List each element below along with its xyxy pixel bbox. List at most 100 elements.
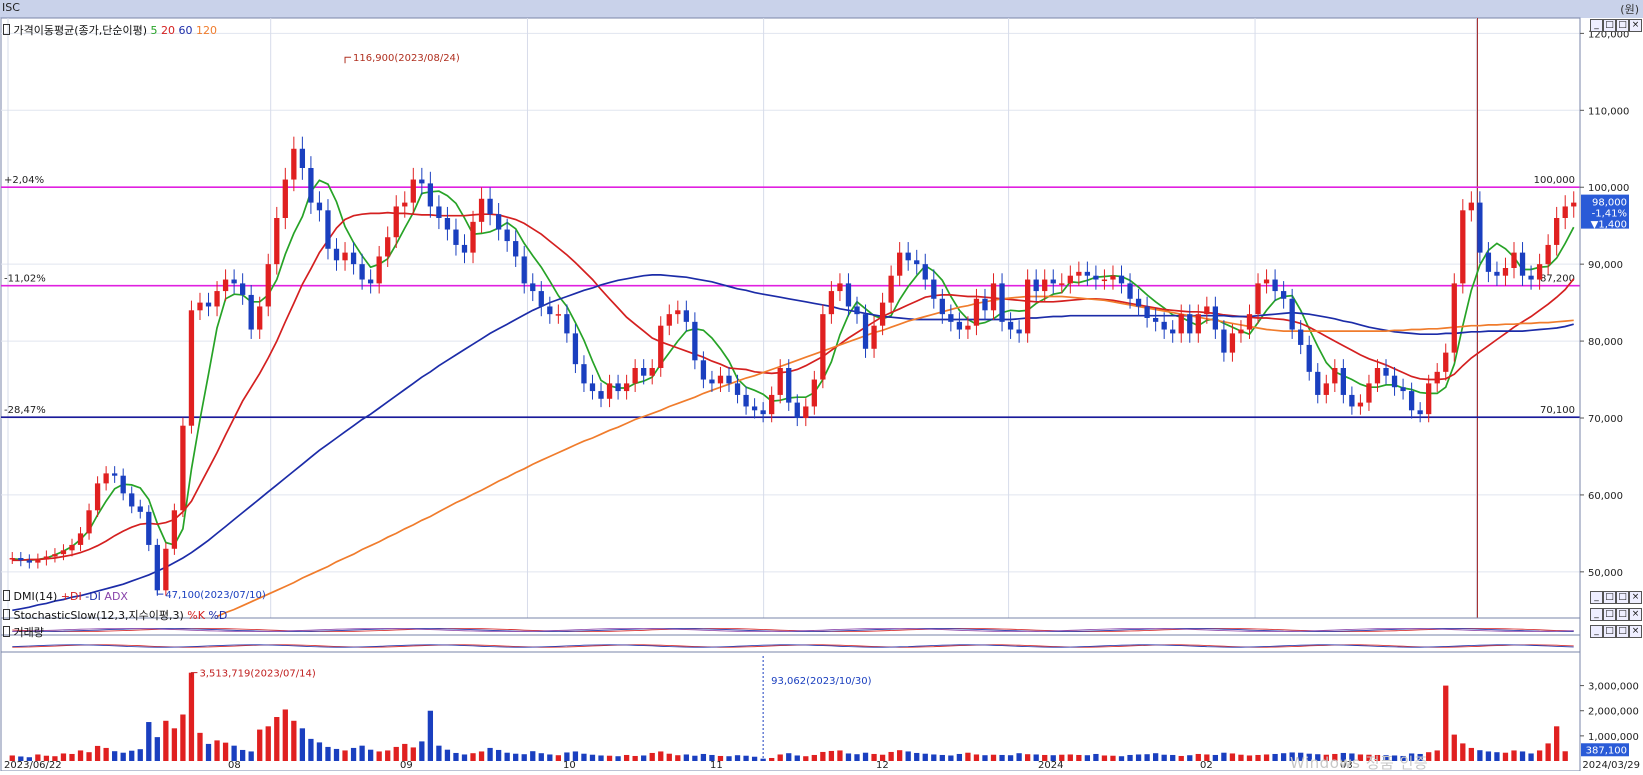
candle-body [615,383,621,392]
candle-body [1426,383,1432,415]
volume-tick-label: 1,000,000 [1588,732,1639,743]
candle-body [990,283,997,311]
minimize-panel-icon[interactable]: _ [1590,625,1603,638]
candle-body [69,544,75,551]
candle-body [385,237,391,257]
volume-bar [342,750,348,761]
maximize-panel-icon[interactable]: □ [1616,608,1629,621]
volume-bar [692,755,698,761]
candle-body [939,298,945,315]
candle-body [299,148,306,168]
volume-bar [1084,755,1091,761]
indicator-legend-item[interactable]: -DI [82,590,101,603]
indicator-legend-item[interactable]: %K [187,609,205,622]
minimize-panel-icon[interactable]: _ [1590,591,1603,604]
panel-handle-icon[interactable] [3,24,10,35]
candle-body [888,275,894,303]
maximize-panel-icon[interactable]: □ [1616,591,1629,604]
candle-body [1187,314,1193,334]
candle-body [1178,314,1184,334]
ma-legend-item[interactable]: 60 [175,24,193,37]
candle-body [265,264,271,307]
candle-body [26,560,32,563]
panel-handle-icon[interactable] [3,590,10,601]
maximize-panel-icon[interactable]: □ [1616,625,1629,638]
candle-body [1025,279,1031,334]
candle-body [43,556,50,560]
volume-bar [316,742,323,761]
ma-legend-item[interactable]: 20 [158,24,175,37]
indicator-legend-item[interactable]: ADX [101,590,128,603]
stoch-legend: StochasticSlow(12,3,지수이평,3) %K %D [3,607,227,623]
volume-bar [112,751,118,761]
stock-chart-svg[interactable]: +2,04% 100,000-11,02% 87,200-28,47% 70,100 … [0,0,1643,772]
candle-body [240,283,246,295]
volume-bar [1007,755,1014,761]
volume-bar [359,745,365,761]
restore-panel-icon[interactable]: □ [1603,625,1616,638]
ma-legend-item[interactable]: 5 [151,24,158,37]
minimize-panel-icon[interactable]: _ [1590,608,1603,621]
volume-bar [897,750,903,761]
volume-bar [734,755,741,761]
volume-bar [299,728,306,761]
close-panel-icon[interactable]: × [1629,19,1642,32]
panel-handle-icon[interactable] [3,626,10,637]
candle-body [828,291,835,315]
candle-body [342,252,348,261]
volume-bar [77,750,84,761]
volume-bar [538,753,544,761]
candle-body [419,179,425,184]
candle-body [769,394,775,415]
minimize-panel-icon[interactable]: _ [1590,19,1603,32]
restore-panel-icon[interactable]: □ [1603,608,1616,621]
volume-bar [649,752,655,761]
volume-bar [820,751,826,761]
price-tick-label: 60,000 [1588,491,1623,502]
candle-body [325,210,331,249]
volume-bar [530,751,536,761]
close-panel-icon[interactable]: × [1629,591,1642,604]
candle-body [308,168,314,203]
volume-bar [163,720,169,761]
candle-body [811,379,817,407]
stoch-panel [0,634,1581,653]
indicator-legend-item[interactable]: +DI [61,590,82,603]
maximize-panel-icon[interactable]: □ [1616,19,1629,32]
date-tick-label: 09 [400,760,413,771]
volume-bar [931,754,937,761]
dmi-panel-title: DMI(14) [13,590,58,603]
candle-body [1118,275,1125,284]
panel-handle-icon[interactable] [3,609,10,620]
volume-bar [120,752,126,761]
volume-bar [939,754,945,761]
volume-bar [1485,751,1492,761]
volume-bar [828,750,835,761]
indicator-legend-item[interactable]: %D [205,609,227,622]
restore-panel-icon[interactable]: □ [1603,19,1616,32]
volume-bar [1229,753,1236,761]
ma-legend-item[interactable]: 120 [193,24,217,37]
date-tick-label: 2024/03/29 [1582,760,1640,771]
candle-body [112,473,118,476]
candle-body [478,198,485,222]
volume-bar [888,751,894,761]
volume-bar [1511,750,1517,761]
price-tick-label: 110,000 [1588,106,1629,117]
volume-bar [444,749,451,761]
candle-body [1477,202,1483,253]
candle-body [521,256,527,284]
close-panel-icon[interactable]: × [1629,608,1642,621]
candle-body [1272,279,1278,292]
close-panel-icon[interactable]: × [1629,625,1642,638]
volume-bar [154,737,160,761]
volume-bar [1502,752,1509,761]
volume-bar [504,752,510,761]
candle-body [248,294,254,330]
volume-bar [641,755,647,761]
candle-body [1408,391,1415,411]
candle-body [52,554,58,557]
volume-panel-title: 거래량 [13,626,44,639]
candle-body [1400,387,1406,392]
restore-panel-icon[interactable]: □ [1603,591,1616,604]
